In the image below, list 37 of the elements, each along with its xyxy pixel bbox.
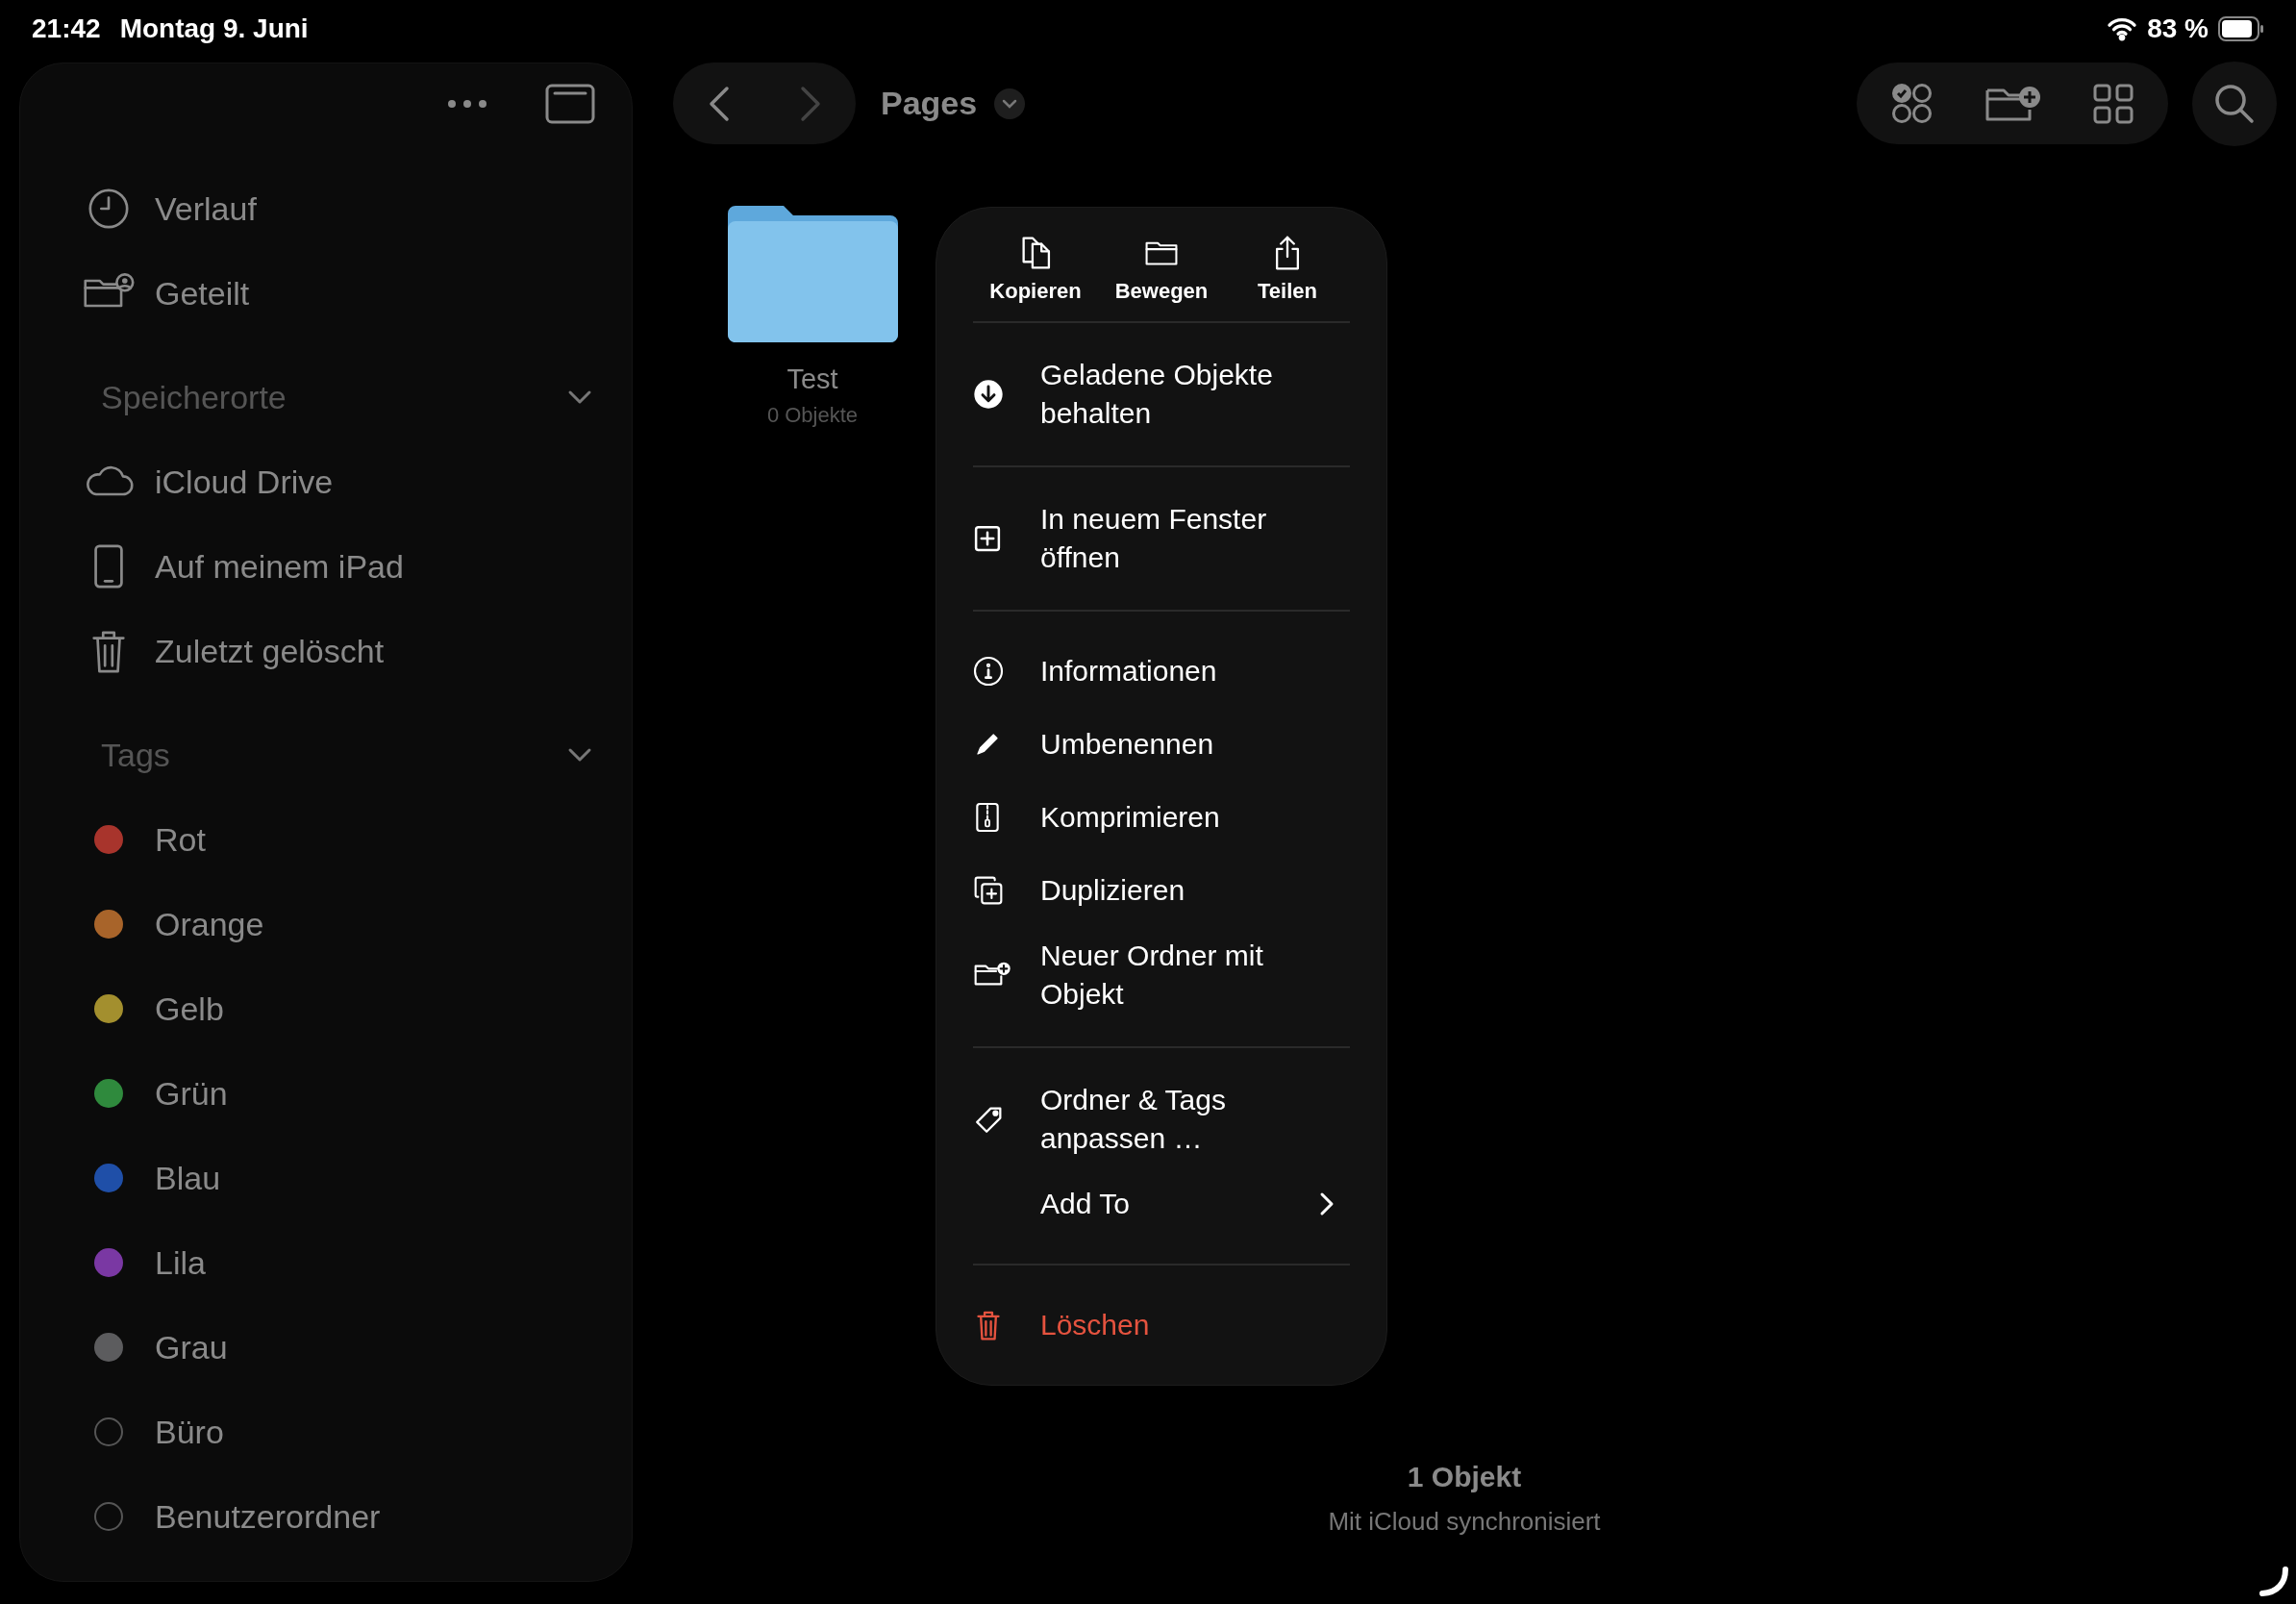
sidebar-item[interactable]: Rot (20, 797, 632, 882)
menu-item[interactable]: Komprimieren (973, 781, 1350, 854)
item-count: 1 Objekt (1407, 1461, 1522, 1493)
sync-status: Mit iCloud synchronisiert (1328, 1507, 1601, 1537)
file-subtitle: 0 Objekte (766, 403, 859, 428)
sidebar-item[interactable]: Lila (20, 1220, 632, 1305)
file-name: Test (786, 363, 838, 395)
menu-item[interactable]: Geladene Objekte behalten (973, 346, 1350, 442)
menu-item[interactable]: Neuer Ordner mit Objekt (973, 927, 1350, 1023)
sidebar-item[interactable]: Blau (20, 1136, 632, 1220)
sidebar-item[interactable]: Grau (20, 1305, 632, 1390)
sidebar-item[interactable]: Grün (20, 1051, 632, 1136)
menu-item[interactable]: In neuem Fenster öffnen (973, 490, 1350, 587)
menu-item[interactable]: Ordner & Tags anpassen … (973, 1071, 1350, 1167)
menu-item[interactable]: Umbenennen (973, 708, 1350, 781)
menu-action-button[interactable]: Kopieren (973, 235, 1098, 304)
section-title: Tags (101, 736, 170, 774)
menu-item[interactable]: Informationen (973, 635, 1350, 708)
sidebar-item[interactable]: Auf meinem iPad (20, 524, 632, 609)
sidebar-item[interactable]: Benutzerordner (20, 1474, 632, 1559)
sidebar-item[interactable]: Orange (20, 882, 632, 966)
sidebar-item[interactable]: Verlauf (20, 166, 632, 251)
sidebar-item[interactable]: Zuletzt gelöscht (20, 609, 632, 693)
menu-item[interactable]: Löschen (973, 1289, 1350, 1362)
menu-item[interactable]: Add To (973, 1167, 1350, 1241)
sidebar-item[interactable]: Geteilt (20, 251, 632, 336)
section-title: Speicherorte (101, 378, 287, 416)
menu-action-button[interactable]: Bewegen (1099, 235, 1224, 304)
menu-action-button[interactable]: Teilen (1225, 235, 1350, 304)
battery-percent: 83 % (2147, 13, 2209, 44)
status-time: 21:42 (32, 13, 101, 44)
sidebar-item[interactable]: Büro (20, 1390, 632, 1474)
sidebar-item[interactable]: iCloud Drive (20, 439, 632, 524)
status-date: Montag 9. Juni (119, 13, 309, 44)
menu-item[interactable]: Duplizieren (973, 854, 1350, 927)
sidebar-item[interactable]: Gelb (20, 966, 632, 1051)
location-title[interactable]: Pages (881, 85, 978, 122)
